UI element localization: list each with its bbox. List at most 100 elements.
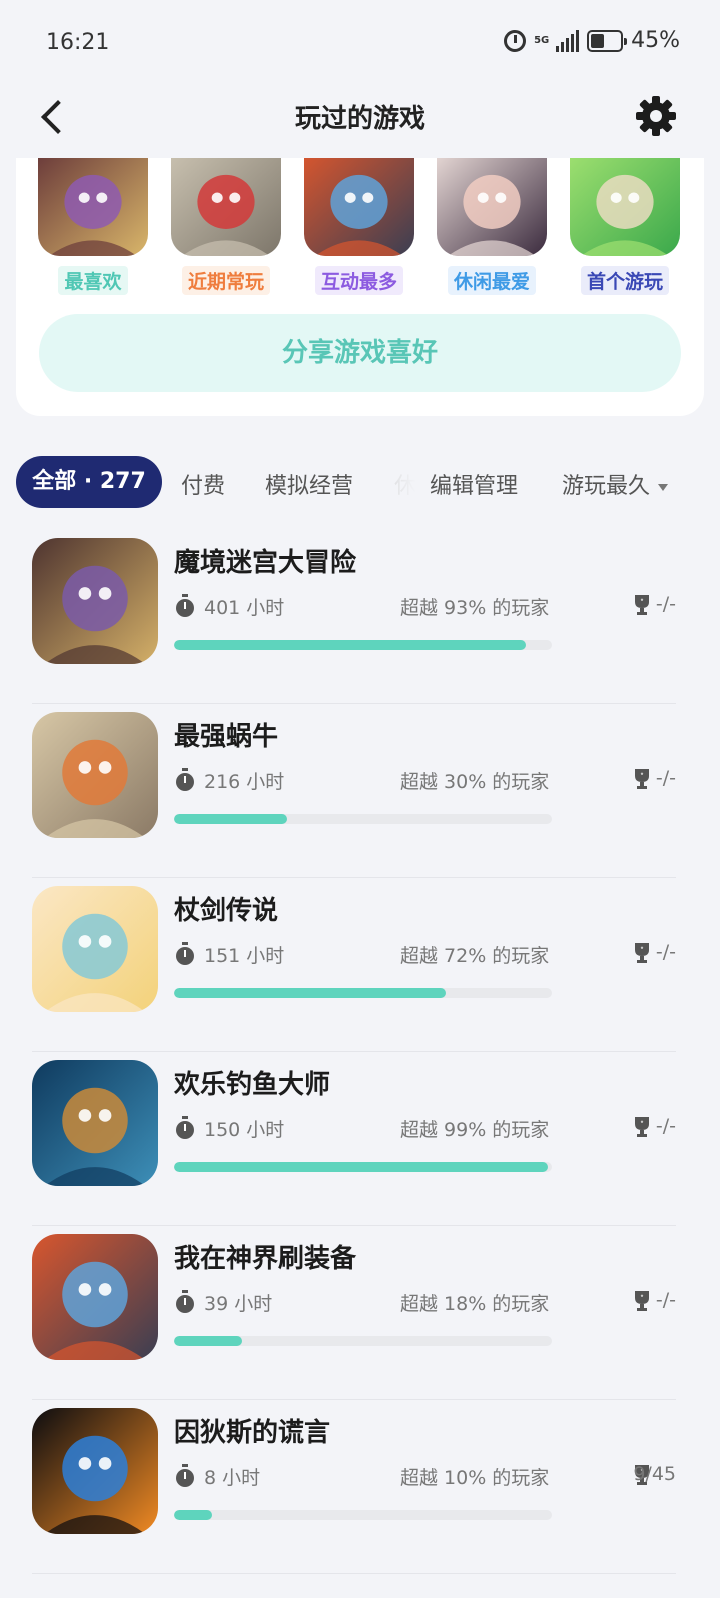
progress-fill (174, 814, 288, 824)
network-label: 5G (534, 34, 550, 46)
play-hours: 151 小时 (204, 945, 285, 967)
game-icon (32, 886, 158, 1012)
top-game-item[interactable]: 首个游玩 (570, 158, 680, 295)
trophy-icon (635, 595, 649, 615)
play-hours: 150 小时 (204, 1119, 285, 1141)
game-row[interactable]: 最强蜗牛 216 小时 超越 30% 的玩家 -/- (0, 704, 720, 878)
play-hours: 8 小时 (204, 1467, 261, 1489)
stopwatch-icon (176, 1464, 194, 1487)
stopwatch-icon (176, 1290, 194, 1313)
achievement-count: -/- (655, 1289, 676, 1311)
game-icon (32, 1060, 158, 1186)
caret-down-icon (658, 483, 669, 491)
trophy-icon (635, 769, 649, 789)
battery-percent: 45% (631, 28, 680, 53)
top-game-label: 首个游玩 (580, 266, 669, 295)
top-game-item[interactable]: 互动最多 (304, 158, 414, 295)
progress-fill (174, 640, 526, 650)
top-games-row: 最喜欢 近期常玩 互动最多 休闲最爱 首个游玩 (38, 158, 680, 295)
achievement-count: 9/45 (633, 1463, 676, 1485)
game-row[interactable]: 杖剑传说 151 小时 超越 72% 的玩家 -/- (0, 878, 720, 1052)
game-icon (32, 538, 158, 664)
alarm-icon (504, 29, 527, 52)
progress-fill (174, 1162, 549, 1172)
rank-text: 超越 99% 的玩家 (400, 1119, 550, 1141)
sort-dropdown[interactable]: 游玩最久 (562, 468, 669, 500)
row-divider (32, 1573, 676, 1574)
game-row[interactable]: 我在神界刷装备 39 小时 超越 18% 的玩家 -/- (0, 1226, 720, 1400)
page-title: 玩过的游戏 (294, 104, 425, 134)
game-list: 魔境迷宫大冒险 401 小时 超越 93% 的玩家 -/- 最强蜗牛 216 小时 超越 3… (0, 530, 720, 1574)
game-thumbnail (304, 158, 414, 256)
header: 玩过的游戏 (0, 88, 720, 158)
stopwatch-icon (176, 942, 194, 965)
sort-label: 游玩最久 (562, 474, 651, 499)
battery-icon (587, 29, 628, 52)
rank-text: 超越 72% 的玩家 (400, 945, 550, 967)
progress-track (174, 988, 552, 998)
status-time: 16:21 (46, 30, 110, 55)
top-game-label: 休闲最爱 (447, 266, 536, 295)
play-hours: 401 小时 (204, 597, 285, 619)
battery-level (591, 33, 604, 48)
game-icon (32, 712, 158, 838)
signal-icon (556, 29, 580, 52)
game-name: 欢乐钓鱼大师 (174, 1070, 331, 1100)
progress-fill (174, 1510, 212, 1520)
game-name: 魔境迷宫大冒险 (174, 548, 357, 578)
achievement-count: -/- (655, 593, 676, 615)
progress-fill (174, 1336, 243, 1346)
rank-text: 超越 18% 的玩家 (400, 1293, 550, 1315)
game-thumbnail (437, 158, 547, 256)
filter-fade (376, 456, 416, 508)
game-row[interactable]: 因狄斯的谎言 8 小时 超越 10% 的玩家 9/45 (0, 1400, 720, 1574)
share-preference-button[interactable]: 分享游戏喜好 (39, 314, 681, 392)
filter-tab-paid[interactable]: 付费 (181, 468, 225, 500)
gear-icon[interactable] (634, 94, 678, 138)
play-hours: 39 小时 (204, 1293, 273, 1315)
progress-track (174, 814, 552, 824)
rank-text: 超越 10% 的玩家 (400, 1467, 550, 1489)
top-games-card: 最喜欢 近期常玩 互动最多 休闲最爱 首个游玩 分享游戏喜好 (16, 158, 704, 416)
top-game-label: 近期常玩 (181, 266, 270, 295)
game-row[interactable]: 魔境迷宫大冒险 401 小时 超越 93% 的玩家 -/- (0, 530, 720, 704)
game-icon (32, 1408, 158, 1534)
play-hours: 216 小时 (204, 771, 285, 793)
achievement-count: -/- (655, 1115, 676, 1137)
status-bar: 16:21 5G 45% (0, 0, 720, 88)
stopwatch-icon (176, 594, 194, 617)
rank-text: 超越 93% 的玩家 (400, 597, 550, 619)
top-game-item[interactable]: 休闲最爱 (437, 158, 547, 295)
progress-track (174, 640, 552, 650)
trophy-icon (635, 1117, 649, 1137)
progress-track (174, 1510, 552, 1520)
rank-text: 超越 30% 的玩家 (400, 771, 550, 793)
filter-bar: 全部 · 277 付费 模拟经营 休 编辑管理 游玩最久 (16, 456, 704, 508)
top-game-label: 最喜欢 (58, 266, 128, 295)
progress-fill (174, 988, 447, 998)
achievement-count: -/- (655, 941, 676, 963)
progress-track (174, 1162, 552, 1172)
filter-tab-simulation[interactable]: 模拟经营 (265, 468, 353, 500)
stopwatch-icon (176, 768, 194, 791)
top-game-item[interactable]: 近期常玩 (171, 158, 281, 295)
game-name: 最强蜗牛 (174, 722, 279, 752)
trophy-icon (635, 943, 649, 963)
game-row[interactable]: 欢乐钓鱼大师 150 小时 超越 99% 的玩家 -/- (0, 1052, 720, 1226)
trophy-icon (635, 1291, 649, 1311)
stopwatch-icon (176, 1116, 194, 1139)
edit-manage-button[interactable]: 编辑管理 (430, 468, 518, 500)
achievement-count: -/- (655, 767, 676, 789)
game-name: 因狄斯的谎言 (174, 1418, 331, 1448)
top-game-item[interactable]: 最喜欢 (38, 158, 148, 295)
game-thumbnail (38, 158, 148, 256)
game-thumbnail (570, 158, 680, 256)
status-icons: 5G 45% (504, 28, 680, 53)
top-game-label: 互动最多 (314, 266, 403, 295)
game-name: 我在神界刷装备 (174, 1244, 357, 1274)
game-name: 杖剑传说 (174, 896, 279, 926)
progress-track (174, 1336, 552, 1346)
game-icon (32, 1234, 158, 1360)
game-thumbnail (171, 158, 281, 256)
filter-all-chip[interactable]: 全部 · 277 (16, 456, 162, 508)
